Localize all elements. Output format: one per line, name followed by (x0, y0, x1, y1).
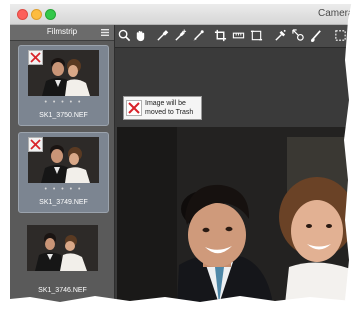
close-window-button[interactable] (17, 9, 28, 20)
red-eye-icon (275, 29, 286, 41)
wedding-couple-photo (117, 127, 352, 304)
filmstrip-item[interactable]: • • • • • SK1_3750.NEF (18, 45, 109, 126)
filmstrip-title: Filmstrip (46, 27, 78, 36)
selection-icon (335, 30, 346, 41)
thumbnail-image (28, 50, 99, 96)
red-x-icon (30, 139, 41, 150)
trash-notice-text: Image will be moved to Trash (145, 100, 194, 116)
color-sampler-button[interactable] (173, 28, 188, 43)
eyedropper-icon (157, 30, 169, 41)
perspective-icon (250, 30, 263, 41)
zoom-window-button[interactable] (45, 9, 56, 20)
filmstrip-item[interactable]: • • • • • SK1_3749.NEF (18, 132, 109, 213)
thumbnail-image (28, 137, 99, 183)
trash-notice: Image will be moved to Trash (123, 96, 202, 120)
control-point-icon (292, 29, 304, 41)
hand-tool-button[interactable] (133, 28, 148, 43)
minimize-window-button[interactable] (31, 9, 42, 20)
hamburger-menu-icon[interactable] (101, 29, 109, 36)
paintbrush-icon (310, 30, 321, 42)
crop-tool-button[interactable] (213, 28, 228, 43)
rating-stars[interactable]: • • • • • (19, 186, 108, 193)
hand-icon (136, 30, 145, 42)
red-x-icon (126, 100, 142, 116)
filmstrip-item[interactable]: SK1_3746.NEF (18, 221, 107, 300)
straighten-icon (232, 32, 245, 39)
selection-tool-button[interactable] (333, 28, 348, 43)
red-eye-tool-button[interactable] (273, 28, 288, 43)
straighten-tool-button[interactable] (231, 28, 246, 43)
filename-label: SK1_3746.NEF (38, 287, 87, 294)
filmstrip-header: Filmstrip (10, 25, 114, 41)
filmstrip-panel: Filmstrip • • • • • SK1_3750.NEF • • • •… (10, 25, 115, 304)
trash-mark (28, 137, 43, 152)
auto-retouch-brush-button[interactable] (191, 28, 206, 43)
zoom-tool-button[interactable] (117, 28, 132, 43)
image-viewer[interactable]: Image will be moved to Trash (115, 48, 352, 304)
brush-icon (193, 30, 204, 41)
crop-icon (214, 29, 227, 42)
thumbnail-image (27, 225, 98, 271)
filename-label: SK1_3749.NEF (39, 199, 88, 206)
magnifier-icon (118, 29, 131, 42)
title-bar: Camera (10, 4, 352, 25)
rating-stars[interactable]: • • • • • (19, 99, 108, 106)
main-photo (117, 127, 352, 304)
brush-tool-button[interactable] (309, 28, 324, 43)
perspective-tool-button[interactable] (249, 28, 264, 43)
eyedropper-plus-icon (175, 29, 187, 41)
tool-palette (114, 25, 352, 48)
wedding-couple-thumbnail (27, 225, 98, 271)
red-x-icon (30, 52, 41, 63)
filename-label: SK1_3750.NEF (39, 112, 88, 119)
white-balance-picker-button[interactable] (155, 28, 170, 43)
window-title: Camera (318, 8, 352, 19)
app-window: Camera Filmstrip • • • • • SK1_3750.NEF … (10, 4, 352, 304)
control-point-tool-button[interactable] (291, 28, 306, 43)
trash-mark (28, 50, 43, 65)
